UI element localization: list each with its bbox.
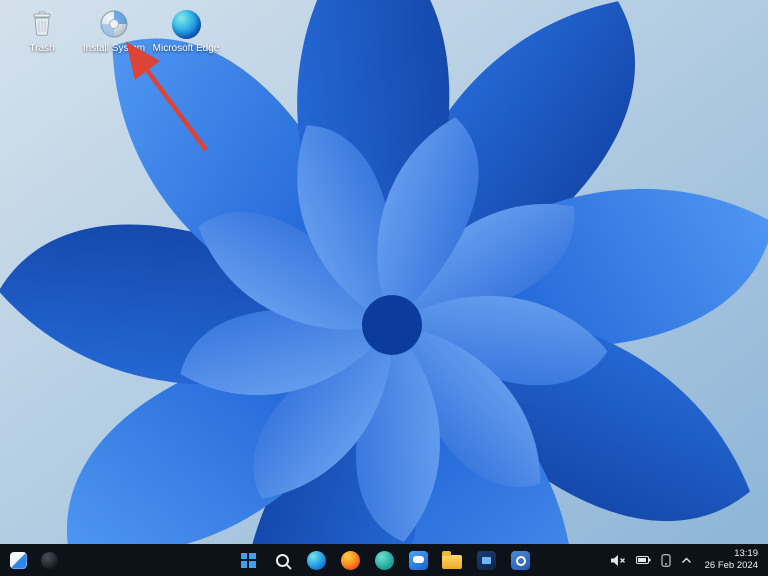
desktop-icon-microsoft-edge[interactable]: Microsoft Edge	[150, 8, 222, 54]
clock-date: 26 Feb 2024	[704, 560, 758, 571]
file-explorer-icon[interactable]	[441, 549, 463, 571]
system-tray: 13:19 26 Feb 2024	[609, 547, 762, 573]
desktop-icon-install-system[interactable]: Install System	[78, 8, 150, 54]
volume-muted-icon[interactable]	[609, 549, 627, 571]
app-launcher-icon[interactable]	[38, 549, 60, 571]
desktop: Trash Install System Microsoft Edge 13:1…	[0, 0, 768, 576]
search-icon[interactable]	[271, 549, 293, 571]
installer-disc-icon	[98, 8, 130, 40]
wallpaper-bloom	[0, 0, 768, 576]
clock[interactable]: 13:19 26 Feb 2024	[701, 547, 762, 573]
desktop-icon-trash[interactable]: Trash	[6, 8, 78, 54]
clock-time: 13:19	[734, 548, 758, 560]
edge-browser-icon	[170, 8, 202, 40]
firefox-icon[interactable]	[339, 549, 361, 571]
taskbar-center-group	[237, 549, 531, 571]
battery-icon[interactable]	[635, 549, 652, 571]
mail-icon[interactable]	[373, 549, 395, 571]
chat-icon[interactable]	[407, 549, 429, 571]
trash-bin-icon	[26, 8, 58, 40]
settings-icon[interactable]	[509, 549, 531, 571]
desktop-icon-label: Microsoft Edge	[152, 43, 220, 54]
desktop-icon-grid: Trash Install System Microsoft Edge	[6, 8, 222, 54]
desktop-icon-label: Install System	[82, 43, 146, 54]
workspace-pager-icon[interactable]	[7, 549, 29, 571]
taskbar-left-group	[7, 549, 60, 571]
start-icon[interactable]	[237, 549, 259, 571]
edge-icon[interactable]	[305, 549, 327, 571]
store-icon[interactable]	[475, 549, 497, 571]
phone-icon[interactable]	[660, 549, 672, 571]
chevron-up-icon[interactable]	[680, 549, 693, 571]
taskbar: 13:19 26 Feb 2024	[0, 544, 768, 576]
desktop-icon-label: Trash	[29, 43, 55, 54]
